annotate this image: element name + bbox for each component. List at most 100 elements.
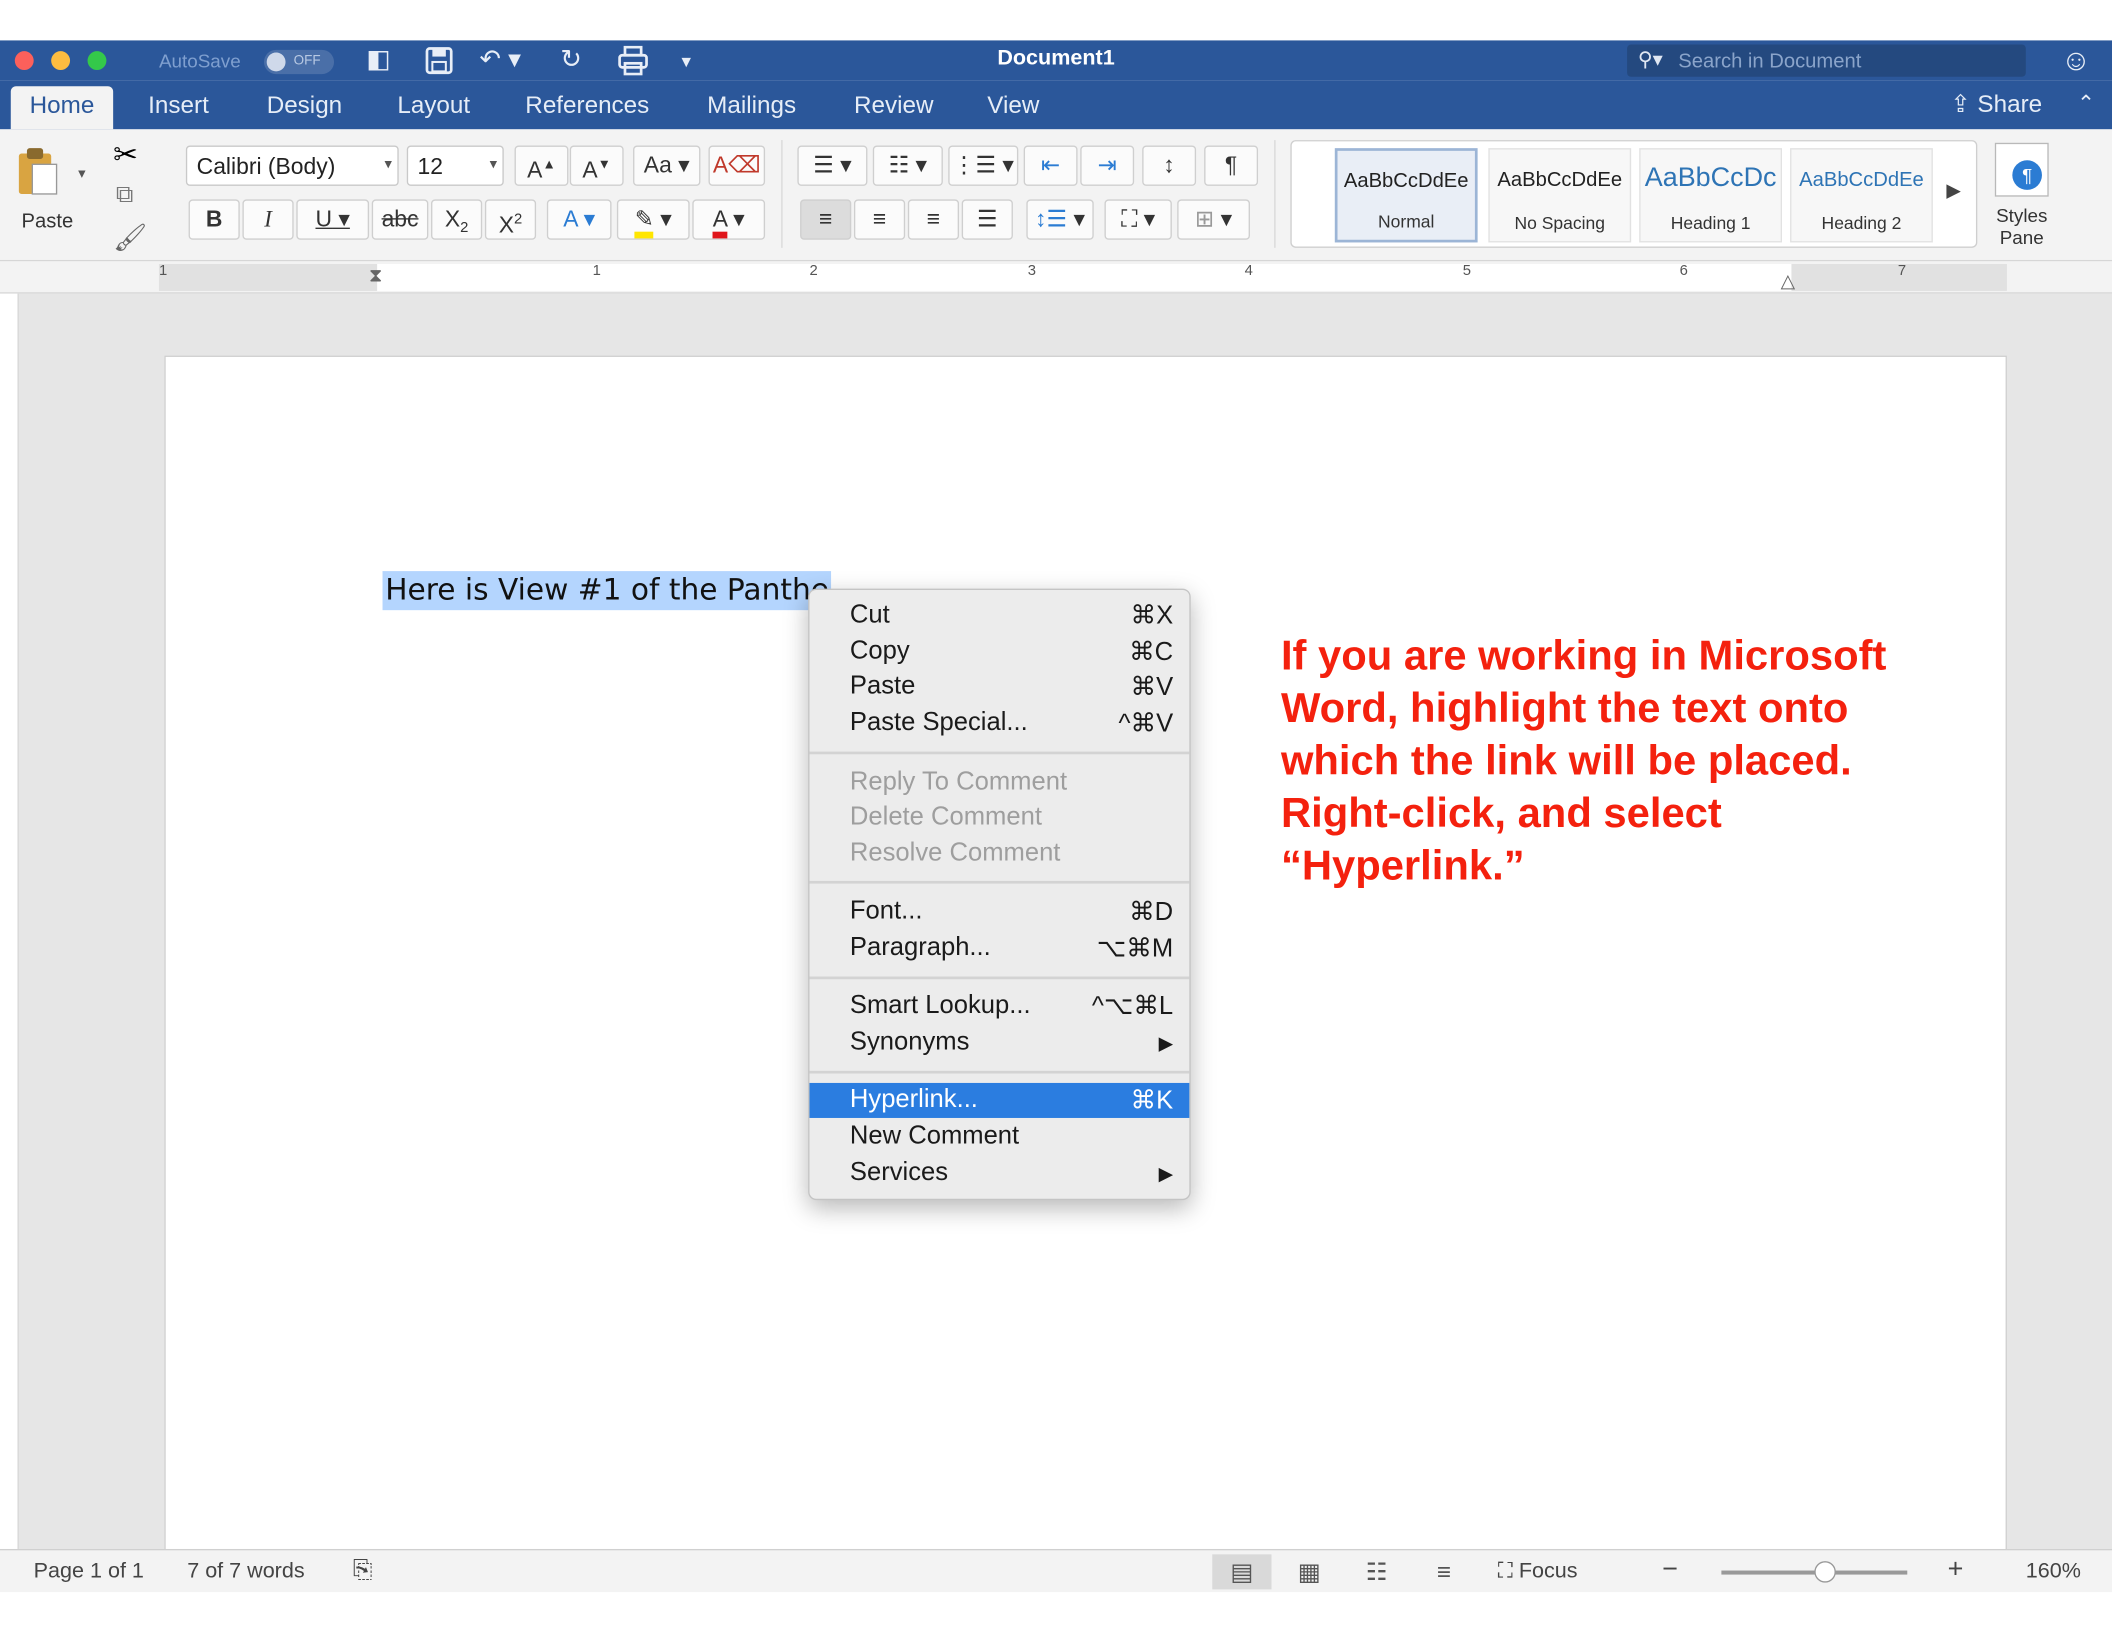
decrease-indent-button[interactable]: ⇤: [1023, 145, 1078, 186]
vertical-ruler[interactable]: [0, 293, 19, 1549]
zoom-in-button[interactable]: +: [1948, 1554, 1964, 1585]
shrink-font-button[interactable]: A▼: [569, 145, 624, 186]
align-left-button[interactable]: ≡: [800, 199, 852, 240]
zoom-level[interactable]: 160%: [2026, 1560, 2081, 1584]
borders-button[interactable]: ⊞ ▾: [1177, 199, 1250, 240]
word-count[interactable]: 7 of 7 words: [187, 1560, 304, 1584]
menu-label: Delete Comment: [849, 802, 1042, 832]
menu-item-paragraph[interactable]: Paragraph... ⌥⌘M: [810, 931, 1190, 966]
subscript-button[interactable]: X2: [431, 199, 483, 240]
right-indent-marker-icon[interactable]: △: [1781, 269, 1796, 292]
menu-separator: [809, 976, 1190, 980]
proofing-icon[interactable]: ⎘: [353, 1556, 372, 1584]
zoom-out-button[interactable]: −: [1662, 1554, 1678, 1585]
ruler-number: 4: [1244, 262, 1253, 279]
superscript-mark: 2: [514, 211, 523, 228]
menu-item-font[interactable]: Font... ⌘D: [810, 894, 1190, 929]
selected-text[interactable]: Here is View #1 of the Panthe: [382, 571, 832, 611]
style-no-spacing[interactable]: AaBbCcDdEe No Spacing: [1488, 148, 1632, 243]
change-case-button[interactable]: Aa ▾: [633, 145, 701, 186]
style-heading-1[interactable]: AaBbCcDc Heading 1: [1639, 148, 1783, 243]
menu-item-paste[interactable]: Paste ⌘V: [810, 669, 1190, 704]
bullets-button[interactable]: ☰ ▾: [797, 145, 868, 186]
tab-design[interactable]: Design: [267, 92, 342, 120]
instruction-annotation: If you are working in Microsoft Word, hi…: [1280, 631, 1887, 889]
outline-view-icon[interactable]: ☷: [1347, 1554, 1406, 1589]
align-right-button[interactable]: ≡: [907, 199, 960, 240]
tab-layout[interactable]: Layout: [397, 92, 470, 120]
text-effects-button[interactable]: A ▾: [546, 199, 612, 240]
status-bar: Page 1 of 1 7 of 7 words ⎘ ▤ ▦ ☷ ≡ ⛶ Foc…: [0, 1548, 2112, 1593]
web-layout-view-icon[interactable]: ▦: [1280, 1554, 1339, 1589]
show-formatting-button[interactable]: ¶: [1204, 145, 1259, 186]
menu-shortcut: ⌘V: [1130, 673, 1174, 702]
menu-shortcut: ⌥⌘M: [1096, 934, 1174, 964]
horizontal-ruler[interactable]: ⧗ △ 1 1 2 3 4 5 6 7: [0, 261, 2112, 294]
sort-icon: ↕: [1163, 152, 1175, 178]
tab-mailings[interactable]: Mailings: [707, 92, 796, 120]
indent-marker-icon[interactable]: ⧗: [369, 264, 382, 287]
italic-button[interactable]: I: [242, 199, 294, 240]
copy-icon[interactable]: ⧉: [116, 180, 133, 208]
gallery-more-icon[interactable]: ▶: [1946, 179, 1961, 202]
font-color-button[interactable]: A ▾: [692, 199, 766, 240]
highlighter-icon: ✎: [634, 206, 654, 239]
menu-item-smart-lookup[interactable]: Smart Lookup... ^⌥⌘L: [810, 989, 1190, 1024]
menu-item-synonyms[interactable]: Synonyms ▶: [810, 1025, 1190, 1060]
page-count[interactable]: Page 1 of 1: [34, 1560, 144, 1584]
menu-shortcut: ⌘D: [1129, 898, 1174, 927]
menu-label: Synonyms: [849, 1027, 970, 1057]
paste-button[interactable]: [16, 145, 59, 196]
draft-view-icon[interactable]: ≡: [1414, 1554, 1473, 1589]
menu-item-paste-special[interactable]: Paste Special... ^⌘V: [810, 706, 1190, 741]
tab-insert[interactable]: Insert: [148, 92, 209, 120]
grow-font-button[interactable]: A▲: [514, 145, 569, 186]
line-spacing-button[interactable]: ↕☰ ▾: [1026, 199, 1094, 240]
font-size-field[interactable]: 12 ▾: [406, 145, 504, 186]
menu-label: Paragraph...: [849, 933, 991, 962]
cut-icon[interactable]: ✂: [113, 137, 138, 172]
underline-button[interactable]: U ▾: [296, 199, 370, 240]
menu-label: Paste Special...: [849, 708, 1028, 737]
menu-item-services[interactable]: Services ▶: [810, 1156, 1190, 1191]
menu-label: Hyperlink...: [849, 1085, 978, 1114]
sort-button[interactable]: ↕: [1142, 145, 1197, 186]
share-button[interactable]: ⇪ Share: [1950, 90, 2042, 118]
style-normal[interactable]: AaBbCcDdEe Normal: [1334, 148, 1478, 243]
tab-home[interactable]: Home: [10, 86, 114, 130]
menu-item-new-comment[interactable]: New Comment: [810, 1119, 1190, 1154]
menu-label: Services: [849, 1158, 949, 1187]
feedback-smiley-icon[interactable]: ☺: [2061, 43, 2091, 78]
align-center-button[interactable]: ≡: [853, 199, 906, 240]
collapse-ribbon-icon[interactable]: ⌃: [2077, 90, 2095, 117]
focus-button[interactable]: ⛶ Focus: [1498, 1560, 1578, 1584]
clear-formatting-button[interactable]: A⌫: [708, 145, 766, 186]
justify-button[interactable]: ☰: [961, 199, 1013, 240]
tab-view[interactable]: View: [987, 92, 1039, 120]
menu-item-copy[interactable]: Copy ⌘C: [810, 634, 1190, 669]
menu-label: Font...: [849, 897, 923, 926]
font-name-field[interactable]: Calibri (Body) ▾: [185, 145, 399, 186]
multilevel-list-button[interactable]: ⋮☰ ▾: [948, 145, 1019, 186]
styles-pane-button[interactable]: ¶ Styles Pane: [1988, 142, 2055, 248]
menu-item-hyperlink[interactable]: Hyperlink... ⌘K: [809, 1082, 1190, 1118]
search-field[interactable]: ⚲▾ Search in Document: [1627, 44, 2026, 77]
zoom-slider-handle[interactable]: [1814, 1561, 1836, 1583]
menu-item-cut[interactable]: Cut ⌘X: [810, 598, 1190, 633]
style-heading-2[interactable]: AaBbCcDdEe Heading 2: [1790, 148, 1933, 243]
shading-button[interactable]: ⛶ ▾: [1104, 199, 1172, 240]
tab-references[interactable]: References: [525, 92, 649, 120]
print-layout-view-icon[interactable]: ▤: [1212, 1554, 1272, 1590]
ruler-left-margin: [158, 264, 378, 291]
superscript-button[interactable]: X2: [484, 199, 537, 240]
format-painter-icon[interactable]: 🖌: [113, 221, 147, 255]
change-case-icon: Aa: [643, 152, 672, 178]
tab-review[interactable]: Review: [854, 92, 934, 120]
menu-separator: [809, 751, 1190, 755]
increase-indent-icon: ⇥: [1097, 152, 1117, 178]
bold-button[interactable]: B: [188, 199, 240, 240]
numbering-button[interactable]: ☷ ▾: [872, 145, 943, 186]
increase-indent-button[interactable]: ⇥: [1080, 145, 1135, 186]
highlight-button[interactable]: ✎ ▾: [616, 199, 690, 240]
strikethrough-button[interactable]: abc: [371, 199, 429, 240]
